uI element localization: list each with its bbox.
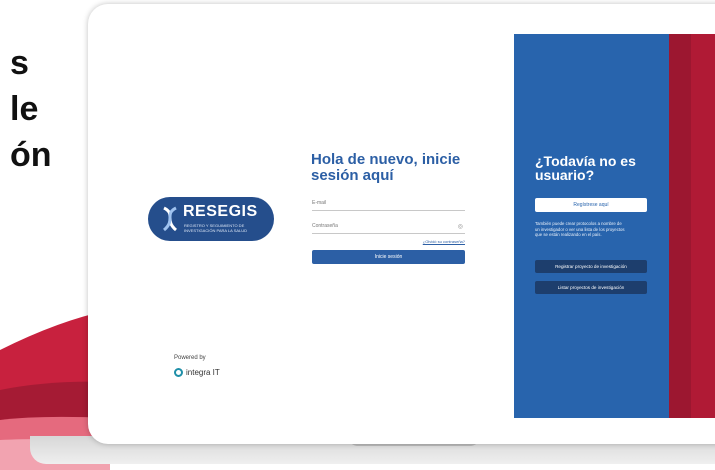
signup-heading: ¿Todavía no es usuario? [535,153,636,183]
integra-logo[interactable]: integra IT [174,366,220,378]
background-line: le [10,90,39,128]
app-screen: RESEGIS REGISTRO Y SEGUIMIENTO DE INVEST… [102,34,715,418]
background-line: s [10,44,29,82]
forgot-password-link[interactable]: ¿Olvidó su contraseña? [402,239,465,244]
logo-title: RESEGIS [183,203,258,220]
eye-icon[interactable]: ◎ [458,223,463,230]
password-placeholder: Contraseña [312,223,338,229]
powered-by-label: Powered by [174,355,206,361]
email-field[interactable]: E-mail [312,197,465,211]
background-line: ón [10,136,52,174]
signup-description: También puede crear protocolos a nombre … [535,221,625,237]
password-field[interactable]: Contraseña ◎ [312,220,465,234]
login-heading: Hola de nuevo, inicie sesión aquí [311,151,461,184]
email-placeholder: E-mail [312,200,327,206]
list-projects-button[interactable]: Listar proyectos de investigación [535,281,647,294]
background-headline: s le ón [0,40,52,178]
resegis-logo: RESEGIS REGISTRO Y SEGUIMIENTO DE INVEST… [148,197,274,241]
dna-icon [162,206,178,232]
integra-name: integra IT [186,367,220,377]
integra-ring-icon [174,367,183,377]
logo-subtitle: REGISTRO Y SEGUIMIENTO DE INVESTIGACIÓN … [184,223,248,233]
login-button[interactable]: Inicie sesión [312,250,465,264]
register-button[interactable]: Regístrese aquí [535,198,647,212]
register-project-button[interactable]: Registrar proyecto de investigación [535,260,647,273]
red-accent-stripe [669,34,691,418]
